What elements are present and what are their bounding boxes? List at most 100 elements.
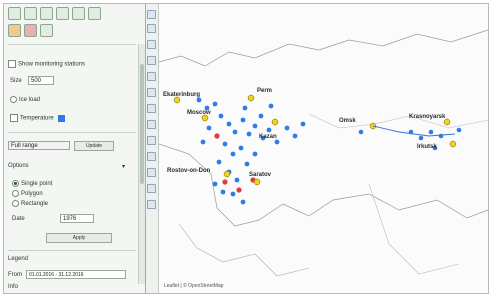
option-row[interactable]: Rectangle xyxy=(12,200,48,207)
station-point[interactable] xyxy=(438,133,444,139)
city-label: Kazan xyxy=(259,134,277,140)
station-point[interactable] xyxy=(244,161,250,167)
erase-icon[interactable] xyxy=(147,184,156,193)
period-select[interactable]: 01.01.2016 - 31.12.2016 xyxy=(26,270,126,279)
list-tool-icon[interactable] xyxy=(24,24,37,37)
station-point[interactable] xyxy=(212,181,218,187)
city-marker[interactable] xyxy=(449,140,457,148)
station-point[interactable] xyxy=(252,151,258,157)
option-row[interactable]: Polygon xyxy=(12,190,43,197)
temperature-label: Temperature xyxy=(20,115,54,122)
station-point[interactable] xyxy=(234,177,240,183)
ice-load-radio[interactable] xyxy=(10,96,17,103)
station-point[interactable] xyxy=(428,129,434,135)
alert-point[interactable] xyxy=(214,133,220,139)
station-point[interactable] xyxy=(266,127,272,133)
date-input[interactable]: 1976 xyxy=(60,214,94,223)
station-point[interactable] xyxy=(216,159,222,165)
option-label: Single point xyxy=(21,181,53,188)
zoom-box-icon[interactable] xyxy=(147,56,156,65)
wind-tool-icon[interactable] xyxy=(40,7,53,20)
options-chevron-icon[interactable]: ▾ xyxy=(122,163,125,170)
station-point[interactable] xyxy=(220,189,226,195)
station-point[interactable] xyxy=(240,117,246,123)
station-point[interactable] xyxy=(300,121,306,127)
measure-icon[interactable] xyxy=(147,104,156,113)
window-tool-icon[interactable] xyxy=(88,7,101,20)
flag-tool-icon[interactable] xyxy=(8,24,21,37)
option-radio[interactable] xyxy=(12,200,19,207)
home-icon[interactable] xyxy=(147,72,156,81)
marker-tool-icon[interactable] xyxy=(24,7,37,20)
station-point[interactable] xyxy=(456,127,462,133)
station-point[interactable] xyxy=(240,199,246,205)
station-cluster-east xyxy=(358,127,462,151)
map-attribution: Leaflet | © OpenStreetMap xyxy=(164,283,224,289)
city-marker[interactable] xyxy=(253,178,261,186)
station-point[interactable] xyxy=(230,151,236,157)
zoom-in-icon[interactable] xyxy=(147,10,156,19)
temperature-color-swatch[interactable] xyxy=(57,114,65,122)
zoom-out-icon[interactable] xyxy=(147,24,156,33)
station-point[interactable] xyxy=(196,97,202,103)
show-stations-checkbox[interactable] xyxy=(8,60,16,68)
panel-toolbar-top xyxy=(8,7,101,23)
gear-tool-icon[interactable] xyxy=(40,24,53,37)
pan-icon[interactable] xyxy=(147,40,156,49)
station-point[interactable] xyxy=(252,123,258,129)
station-point[interactable] xyxy=(418,135,424,141)
station-point[interactable] xyxy=(212,101,218,107)
station-point[interactable] xyxy=(268,103,274,109)
print-icon[interactable] xyxy=(147,200,156,209)
station-point[interactable] xyxy=(218,113,224,119)
draw-polygon-icon[interactable] xyxy=(147,168,156,177)
layers-tool-icon[interactable] xyxy=(8,7,21,20)
city-marker[interactable] xyxy=(247,94,255,102)
option-radio[interactable] xyxy=(12,190,19,197)
apply-button[interactable]: Apply xyxy=(46,233,112,243)
show-stations-label: Show monitoring stations xyxy=(18,61,86,68)
panel-scrollbar[interactable] xyxy=(138,44,145,284)
settings-tool-icon[interactable] xyxy=(72,7,85,20)
search-tool-icon[interactable] xyxy=(56,7,69,20)
map-tool-column xyxy=(146,4,159,293)
station-point[interactable] xyxy=(238,145,244,151)
city-markers xyxy=(173,94,457,186)
draw-point-icon[interactable] xyxy=(147,136,156,145)
option-row[interactable]: Single point xyxy=(12,180,52,187)
city-label: Perm xyxy=(257,88,272,94)
alert-point[interactable] xyxy=(222,179,228,185)
update-button[interactable]: Update xyxy=(74,141,114,151)
station-point[interactable] xyxy=(292,133,298,139)
station-point[interactable] xyxy=(200,139,206,145)
show-stations-row[interactable]: Show monitoring stations xyxy=(8,60,85,68)
alert-point[interactable] xyxy=(236,187,242,193)
size-input[interactable]: 500 xyxy=(28,76,54,85)
draw-line-icon[interactable] xyxy=(147,152,156,161)
station-point[interactable] xyxy=(232,129,238,135)
station-point[interactable] xyxy=(284,125,290,131)
info-icon[interactable] xyxy=(147,88,156,97)
station-point[interactable] xyxy=(242,105,248,111)
mode-input[interactable]: Full range xyxy=(8,141,70,150)
temperature-checkbox[interactable] xyxy=(10,114,18,122)
option-radio[interactable] xyxy=(12,180,19,187)
city-label: Moscow xyxy=(187,110,211,116)
station-point[interactable] xyxy=(274,139,280,145)
station-point[interactable] xyxy=(222,141,228,147)
ice-load-row[interactable]: Ice load xyxy=(10,96,40,103)
border-line xyxy=(368,183,460,275)
station-point[interactable] xyxy=(358,129,364,135)
temperature-row[interactable]: Temperature xyxy=(10,114,65,122)
city-marker[interactable] xyxy=(223,170,231,178)
map-canvas[interactable]: Moscow Perm Kazan Omsk Krasnoyarsk Irkut… xyxy=(158,4,488,293)
station-point[interactable] xyxy=(206,125,212,131)
station-point[interactable] xyxy=(230,191,236,197)
station-point[interactable] xyxy=(258,113,264,119)
station-point[interactable] xyxy=(246,131,252,137)
station-point[interactable] xyxy=(226,121,232,127)
select-icon[interactable] xyxy=(147,120,156,129)
city-label: Rostov-on-Don xyxy=(167,168,211,174)
panel-scroll-thumb[interactable] xyxy=(140,64,144,184)
city-marker[interactable] xyxy=(271,118,279,126)
